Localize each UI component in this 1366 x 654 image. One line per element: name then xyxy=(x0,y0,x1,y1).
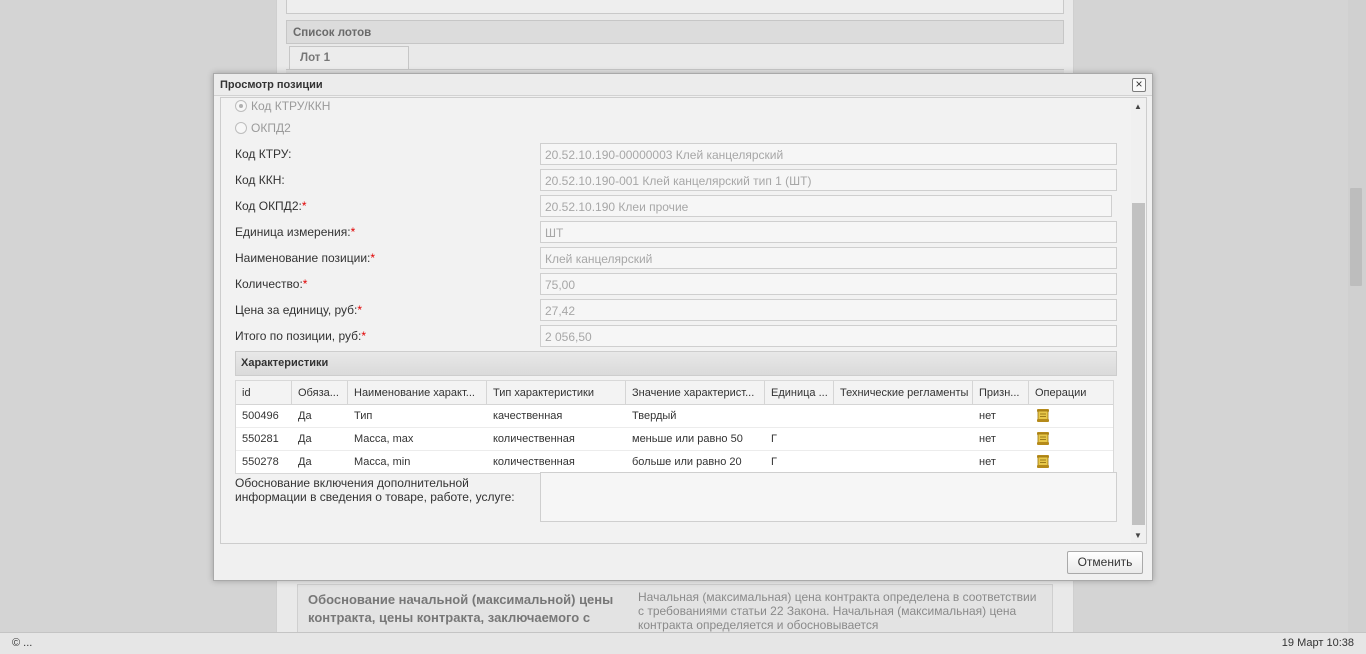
grid-header: id Обяза... Наименование характ... Тип х… xyxy=(236,381,1113,405)
table-row[interactable]: 550281 Да Масса, max количественная мень… xyxy=(236,428,1113,451)
close-icon[interactable]: × xyxy=(1132,78,1146,92)
radio-selected-icon xyxy=(235,100,247,112)
cell-char-name: Масса, min xyxy=(354,456,411,468)
price-justification-panel: Обоснование начальной (максимальной) цен… xyxy=(297,584,1053,632)
label-unit: Единица измерения:* xyxy=(235,225,356,239)
column-char-name[interactable]: Наименование характ... xyxy=(348,381,487,404)
cell-sign: нет xyxy=(979,433,996,445)
cell-char-type: качественная xyxy=(493,410,563,422)
cell-tech-regulations xyxy=(834,451,973,473)
status-datetime: 19 Март 10:38 xyxy=(1281,637,1354,649)
cell-mandatory: Да xyxy=(298,433,312,445)
radio-label: ОКПД2 xyxy=(251,121,291,135)
page-top-panel xyxy=(286,0,1064,14)
label-kkn-code: Код ККН: xyxy=(235,173,285,187)
column-unit[interactable]: Единица ... xyxy=(765,381,834,404)
label-position-name: Наименование позиции:* xyxy=(235,251,376,265)
position-name-field[interactable]: Клей канцелярский xyxy=(540,247,1117,269)
price-justification-label: Обоснование начальной (максимальной) цен… xyxy=(308,592,614,625)
quantity-field[interactable]: 75,00 xyxy=(540,273,1117,295)
cell-tech-regulations xyxy=(834,405,973,427)
page-scrollbar[interactable] xyxy=(1348,0,1366,632)
cell-char-name: Тип xyxy=(354,410,373,422)
label-okpd2-code: Код ОКПД2:* xyxy=(235,199,307,213)
scroll-icon[interactable] xyxy=(1035,431,1051,446)
characteristics-header: Характеристики xyxy=(235,351,1117,376)
scroll-up-icon[interactable]: ▲ xyxy=(1134,102,1142,111)
cell-mandatory: Да xyxy=(298,410,312,422)
label-total: Итого по позиции, руб:* xyxy=(235,329,367,343)
label-ktru-code: Код КТРУ: xyxy=(235,147,292,161)
cell-char-type: количественная xyxy=(493,433,575,445)
cell-id: 550278 xyxy=(242,456,279,468)
view-position-dialog: Просмотр позиции × Код КТРУ/ККН ОКПД2 Ко… xyxy=(213,73,1153,581)
additional-info-justification-label: Обоснование включения дополнительной инф… xyxy=(235,476,515,504)
cell-id: 500496 xyxy=(242,410,279,422)
column-tech-regulations[interactable]: Технические регламенты xyxy=(834,381,973,404)
cell-unit: Г xyxy=(771,456,777,468)
cell-char-value: Твердый xyxy=(632,410,677,422)
dialog-scroll-thumb[interactable] xyxy=(1132,203,1145,525)
column-id[interactable]: id xyxy=(236,381,292,404)
dialog-title: Просмотр позиции xyxy=(220,79,323,91)
label-unit-price: Цена за единицу, руб:* xyxy=(235,303,363,317)
dialog-body: Код КТРУ/ККН ОКПД2 Код КТРУ: 20.52.10.19… xyxy=(220,97,1147,544)
dialog-titlebar: Просмотр позиции × xyxy=(214,74,1152,96)
cell-unit: Г xyxy=(771,433,777,445)
total-field[interactable]: 2 056,50 xyxy=(540,325,1117,347)
cell-char-type: количественная xyxy=(493,456,575,468)
scroll-icon[interactable] xyxy=(1035,454,1051,469)
table-row[interactable]: 500496 Да Тип качественная Твердый нет xyxy=(236,405,1113,428)
status-copyright: © ... xyxy=(12,637,33,649)
kkn-code-field[interactable]: 20.52.10.190-001 Клей канцелярский тип 1… xyxy=(540,169,1117,191)
additional-info-justification-field[interactable] xyxy=(540,472,1117,522)
lots-list-header: Список лотов xyxy=(286,20,1064,44)
radio-ktru-kkn[interactable]: Код КТРУ/ККН xyxy=(235,99,330,113)
label-quantity: Количество:* xyxy=(235,277,308,291)
cell-sign: нет xyxy=(979,456,996,468)
okpd2-code-field[interactable]: 20.52.10.190 Клеи прочие xyxy=(540,195,1112,217)
unit-price-field[interactable]: 27,42 xyxy=(540,299,1117,321)
column-sign[interactable]: Призн... xyxy=(973,381,1029,404)
cell-sign: нет xyxy=(979,410,996,422)
cell-char-name: Масса, max xyxy=(354,433,414,445)
status-bar: © ... 19 Март 10:38 xyxy=(0,632,1366,654)
column-mandatory[interactable]: Обяза... xyxy=(292,381,348,404)
column-char-value[interactable]: Значение характерист... xyxy=(626,381,765,404)
radio-label: Код КТРУ/ККН xyxy=(251,99,331,113)
scroll-icon[interactable] xyxy=(1035,408,1051,423)
radio-unselected-icon xyxy=(235,122,247,134)
table-row[interactable]: 550278 Да Масса, min количественная боль… xyxy=(236,451,1113,474)
ktru-code-field[interactable]: 20.52.10.190-00000003 Клей канцелярский xyxy=(540,143,1117,165)
column-char-type[interactable]: Тип характеристики xyxy=(487,381,626,404)
page-scroll-thumb[interactable] xyxy=(1350,188,1362,286)
dialog-scrollbar[interactable]: ▲ ▼ xyxy=(1131,98,1146,543)
cell-id: 550281 xyxy=(242,433,279,445)
column-operations[interactable]: Операции xyxy=(1029,381,1113,404)
cell-mandatory: Да xyxy=(298,456,312,468)
cell-char-value: больше или равно 20 xyxy=(632,456,742,468)
characteristics-grid: id Обяза... Наименование характ... Тип х… xyxy=(235,380,1114,474)
cell-char-value: меньше или равно 50 xyxy=(632,433,743,445)
cell-unit xyxy=(765,405,834,427)
cell-tech-regulations xyxy=(834,428,973,450)
radio-okpd2[interactable]: ОКПД2 xyxy=(235,121,291,135)
price-justification-text: Начальная (максимальная) цена контракта … xyxy=(638,590,1037,632)
unit-field[interactable]: ШТ xyxy=(540,221,1117,243)
tab-lot-1[interactable]: Лот 1 xyxy=(289,46,409,70)
scroll-down-icon[interactable]: ▼ xyxy=(1134,531,1142,540)
cancel-button[interactable]: Отменить xyxy=(1067,551,1143,574)
